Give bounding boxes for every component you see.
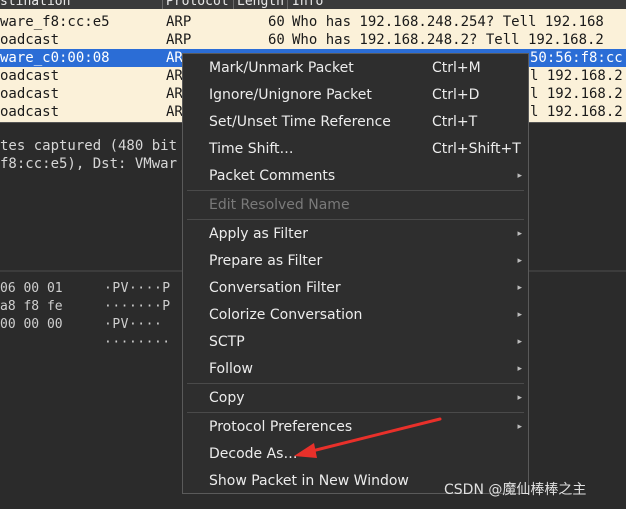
packet-list-header: stination Protocol Length Info: [0, 0, 626, 9]
menu-separator: [187, 219, 524, 220]
menu-item-label: Protocol Preferences: [209, 419, 353, 435]
menu-item-label: SCTP: [209, 334, 245, 350]
row-protocol: AR: [166, 104, 183, 120]
row-info: 50:56:f8:cc:: [530, 50, 626, 66]
row-protocol: AR: [166, 86, 183, 102]
ascii-line: ·PV····: [104, 317, 163, 332]
row-info: Who has 192.168.248.2? Tell 192.168.2: [292, 32, 604, 48]
row-info: l 192.168.2: [530, 104, 623, 120]
watermark: CSDN @魔仙棒棒之主: [444, 482, 587, 498]
menu-item-label: Mark/Unmark Packet: [209, 60, 354, 76]
submenu-arrow-icon: ▸: [517, 422, 522, 432]
menu-item-prepare-as-filter[interactable]: Prepare as Filter ▸: [183, 248, 528, 275]
row-protocol: AR: [166, 50, 183, 66]
row-destination: ware_f8:cc:e5: [0, 14, 110, 30]
column-length[interactable]: Length: [237, 0, 284, 9]
menu-item-set-unset-time-reference[interactable]: Set/Unset Time Reference Ctrl+T: [183, 109, 528, 136]
menu-item-label: Conversation Filter: [209, 280, 341, 296]
menu-item-label: Prepare as Filter: [209, 253, 323, 269]
packet-context-menu: Mark/Unmark Packet Ctrl+M Ignore/Unignor…: [182, 53, 529, 494]
column-protocol[interactable]: Protocol: [166, 0, 229, 9]
menu-item-label: Time Shift…: [209, 141, 294, 157]
hex-line: 00 00 00: [0, 317, 63, 332]
menu-item-label: Set/Unset Time Reference: [209, 114, 391, 130]
menu-item-label: Ignore/Unignore Packet: [209, 87, 372, 103]
row-length: 60: [268, 32, 285, 48]
detail-line-ethernet[interactable]: f8:cc:e5), Dst: VMwar: [0, 155, 177, 173]
menu-item-label: Copy: [209, 390, 245, 406]
row-destination: oadcast: [0, 68, 60, 84]
row-info: l 192.168.2: [530, 68, 623, 84]
column-info[interactable]: Info: [292, 0, 323, 9]
menu-item-follow[interactable]: Follow ▸: [183, 356, 528, 383]
menu-item-shortcut: Ctrl+T: [432, 114, 478, 130]
row-destination: oadcast: [0, 104, 60, 120]
row-protocol: AR: [166, 68, 183, 84]
column-divider[interactable]: [287, 0, 288, 9]
menu-separator: [187, 383, 524, 384]
menu-item-label: Colorize Conversation: [209, 307, 363, 323]
submenu-arrow-icon: ▸: [517, 393, 522, 403]
detail-line-frame[interactable]: tes captured (480 bit: [0, 137, 177, 155]
menu-item-ignore-unignore-packet[interactable]: Ignore/Unignore Packet Ctrl+D: [183, 82, 528, 109]
submenu-arrow-icon: ▸: [517, 337, 522, 347]
submenu-arrow-icon: ▸: [517, 364, 522, 374]
packet-row[interactable]: ware_f8:cc:e5 ARP 60 Who has 192.168.248…: [0, 13, 626, 31]
row-protocol: ARP: [166, 14, 192, 30]
hex-line: 06 00 01: [0, 281, 63, 296]
menu-item-protocol-preferences[interactable]: Protocol Preferences ▸: [183, 414, 528, 441]
row-length: 60: [268, 14, 285, 30]
menu-item-conversation-filter[interactable]: Conversation Filter ▸: [183, 275, 528, 302]
ascii-line: ·PV····P: [104, 281, 171, 296]
menu-item-edit-resolved-name: Edit Resolved Name: [183, 192, 528, 219]
menu-item-sctp[interactable]: SCTP ▸: [183, 329, 528, 356]
menu-item-label: Decode As…: [209, 446, 298, 462]
menu-item-shortcut: Ctrl+D: [432, 87, 480, 103]
row-destination: ware_c0:00:08: [0, 50, 110, 66]
menu-separator: [187, 190, 524, 191]
menu-item-apply-as-filter[interactable]: Apply as Filter ▸: [183, 221, 528, 248]
column-divider[interactable]: [162, 0, 163, 9]
submenu-arrow-icon: ▸: [517, 283, 522, 293]
menu-item-label: Follow: [209, 361, 253, 377]
column-destination[interactable]: stination: [0, 0, 70, 9]
menu-item-mark-unmark-packet[interactable]: Mark/Unmark Packet Ctrl+M: [183, 55, 528, 82]
ascii-line: ·······P: [104, 299, 171, 314]
submenu-arrow-icon: ▸: [517, 229, 522, 239]
column-divider[interactable]: [233, 0, 234, 9]
menu-item-label: Packet Comments: [209, 168, 336, 184]
menu-item-label: Edit Resolved Name: [209, 197, 350, 213]
row-destination: oadcast: [0, 32, 60, 48]
menu-item-decode-as[interactable]: Decode As…: [183, 441, 528, 468]
menu-item-label: Show Packet in New Window: [209, 473, 409, 489]
menu-item-label: Apply as Filter: [209, 226, 308, 242]
menu-item-time-shift[interactable]: Time Shift… Ctrl+Shift+T: [183, 136, 528, 163]
menu-item-packet-comments[interactable]: Packet Comments ▸: [183, 163, 528, 190]
menu-separator: [187, 412, 524, 413]
submenu-arrow-icon: ▸: [517, 171, 522, 181]
submenu-arrow-icon: ▸: [517, 256, 522, 266]
row-info: Who has 192.168.248.254? Tell 192.168: [292, 14, 604, 30]
submenu-arrow-icon: ▸: [517, 310, 522, 320]
ascii-line: ········: [104, 335, 171, 350]
hex-line: a8 f8 fe: [0, 299, 63, 314]
packet-row[interactable]: oadcast ARP 60 Who has 192.168.248.2? Te…: [0, 31, 626, 49]
menu-item-shortcut: Ctrl+M: [432, 60, 481, 76]
menu-item-shortcut: Ctrl+Shift+T: [432, 141, 521, 157]
row-info: l 192.168.2: [530, 86, 623, 102]
menu-item-copy[interactable]: Copy ▸: [183, 385, 528, 412]
menu-item-colorize-conversation[interactable]: Colorize Conversation ▸: [183, 302, 528, 329]
row-destination: oadcast: [0, 86, 60, 102]
row-protocol: ARP: [166, 32, 192, 48]
